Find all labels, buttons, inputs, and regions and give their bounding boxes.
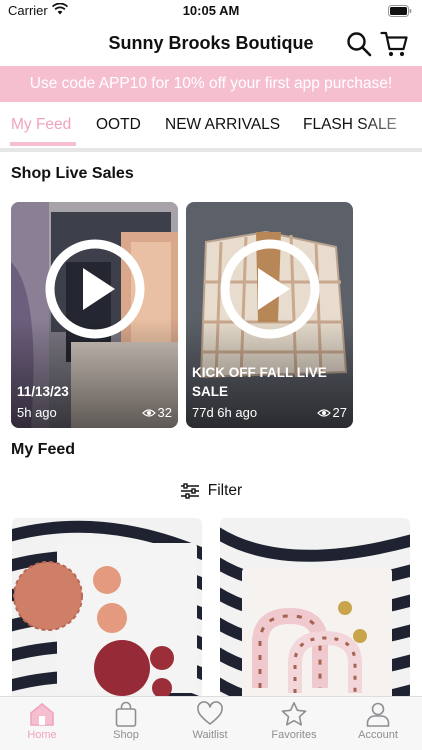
promo-text: Use code APP10 for 10% off your first ap… <box>29 75 393 92</box>
feed-heading: My Feed <box>11 441 76 458</box>
play-icon[interactable] <box>219 238 321 340</box>
cart-icon[interactable] <box>380 30 408 58</box>
promo-banner[interactable]: Use code APP10 for 10% off your first ap… <box>0 66 422 102</box>
play-icon[interactable] <box>44 238 146 340</box>
eye-icon <box>141 408 156 417</box>
live-sale-views: 32 <box>141 405 172 420</box>
search-icon[interactable] <box>346 31 372 57</box>
tabbar-favorites-label: Favorites <box>271 729 317 741</box>
live-sale-view-count: 32 <box>157 405 172 420</box>
tabbar-home-label: Home <box>27 729 57 741</box>
tab-my-feed[interactable]: My Feed <box>11 116 71 134</box>
live-sale-title: KICK OFF FALL LIVE SALE <box>192 365 327 399</box>
app-header: Sunny Brooks Boutique <box>0 22 422 66</box>
tab-new-arrivals[interactable]: NEW ARRIVALS <box>165 116 280 134</box>
live-sales-heading: Shop Live Sales <box>11 165 134 182</box>
star-icon <box>281 702 307 726</box>
category-tabs: My Feed OOTD NEW ARRIVALS FLASH SALE <box>0 102 422 148</box>
person-icon <box>366 702 390 727</box>
live-sale-age: 5h ago <box>17 405 57 420</box>
tabbar-account-label: Account <box>358 729 398 741</box>
tabbar-waitlist[interactable]: Waitlist <box>168 701 252 749</box>
tabbar-shop[interactable]: Shop <box>84 701 168 749</box>
filter-label: Filter <box>207 482 243 499</box>
tabs-fade <box>360 102 422 148</box>
sliders-icon <box>180 483 199 499</box>
feed-item[interactable] <box>220 518 410 700</box>
tabbar-waitlist-label: Waitlist <box>192 729 228 741</box>
tabbar-favorites[interactable]: Favorites <box>252 701 336 749</box>
live-sale-view-count: 27 <box>332 405 347 420</box>
status-time: 10:05 AM <box>182 3 240 18</box>
tab-ootd[interactable]: OOTD <box>96 116 141 134</box>
live-sale-card[interactable]: KICK OFF FALL LIVE SALE 77d 6h ago 27 <box>186 202 353 428</box>
product-image <box>12 518 202 700</box>
bottom-tab-bar: Home Shop Waitlist Favorites Account <box>0 696 422 750</box>
heart-icon <box>197 701 223 725</box>
live-sale-views: 27 <box>316 405 347 420</box>
tabbar-shop-label: Shop <box>113 729 139 741</box>
status-bar: Carrier 10:05 AM <box>0 0 422 22</box>
product-image <box>220 518 410 700</box>
tabs-divider <box>0 148 422 152</box>
home-icon <box>30 703 54 726</box>
tabbar-account[interactable]: Account <box>336 701 420 749</box>
battery-icon <box>388 5 412 17</box>
filter-button[interactable]: Filter <box>0 478 422 504</box>
tab-active-indicator <box>10 142 76 146</box>
live-sale-age: 77d 6h ago <box>192 405 258 420</box>
feed-item[interactable] <box>12 518 202 700</box>
eye-icon <box>316 408 331 417</box>
live-sale-title: 11/13/23 <box>17 384 69 399</box>
live-sale-card[interactable]: 11/13/23 5h ago 32 <box>11 202 178 428</box>
tabbar-home[interactable]: Home <box>0 701 84 749</box>
bag-icon <box>115 701 137 727</box>
